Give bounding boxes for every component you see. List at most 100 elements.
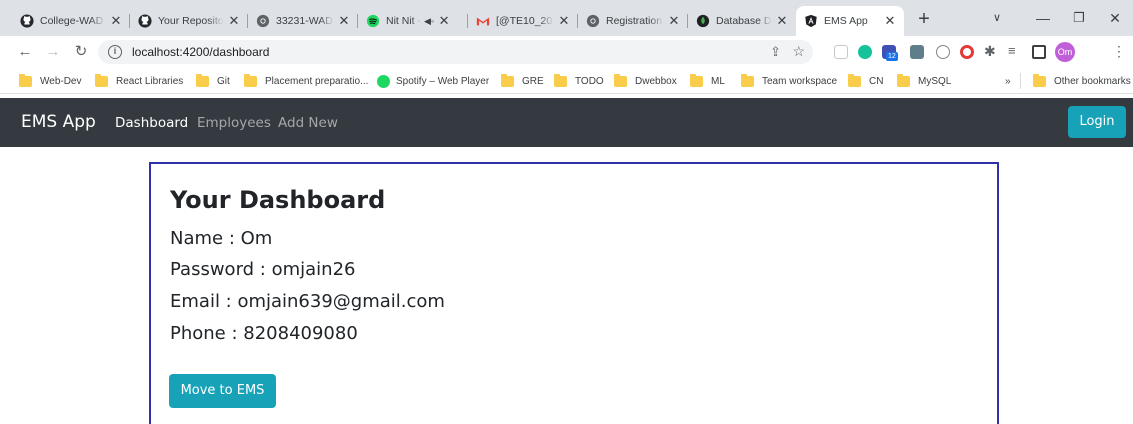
more-menu-icon[interactable]: ⋮ — [1112, 43, 1126, 60]
folder-icon — [95, 73, 108, 87]
browser-tab[interactable]: [@TE10_201 ✕ — [468, 6, 578, 36]
tab-title: EMS App — [824, 15, 868, 27]
tab-title: College-WAD — [40, 15, 104, 27]
profile-avatar[interactable]: Om — [1055, 42, 1075, 62]
address-bar[interactable]: i localhost:4200/dashboard ⇪ ☆ — [98, 40, 813, 64]
url-text[interactable]: localhost:4200/dashboard — [132, 45, 269, 59]
side-panel-icon[interactable] — [1032, 45, 1046, 59]
folder-icon — [1033, 73, 1046, 87]
tab-title: 33231-WAD — [276, 15, 333, 27]
bookmark-folder[interactable]: ML — [690, 73, 725, 89]
reading-list-icon[interactable]: ≡ — [1008, 44, 1022, 58]
opera-icon[interactable] — [960, 45, 974, 59]
bookmark-folder[interactable]: Dwebbox — [614, 73, 677, 89]
browser-tab[interactable]: Database De ✕ — [688, 6, 796, 36]
folder-icon — [848, 73, 861, 87]
close-tab-icon[interactable]: ✕ — [228, 13, 240, 29]
speaker-mute-icon[interactable]: ◀◦ — [424, 16, 434, 27]
close-tab-icon[interactable]: ✕ — [338, 13, 350, 29]
browser-tab[interactable]: Your Repositories ✕ — [130, 6, 248, 36]
browser-tab[interactable]: Nit Nit - ◀◦ ✕ — [358, 6, 468, 36]
extension-grid-icon[interactable] — [910, 45, 924, 59]
nav-link-add-new[interactable]: Add New — [278, 115, 338, 131]
folder-icon — [196, 73, 209, 87]
folder-icon — [741, 73, 754, 87]
bookmarks-overflow-button[interactable]: » — [1005, 73, 1011, 89]
tab-title: Your Repositories — [158, 15, 224, 27]
browser-toolbar: ← → ↻ i localhost:4200/dashboard ⇪ ☆ 12 … — [0, 36, 1133, 68]
tab-title: Nit Nit - — [386, 15, 421, 27]
browser-tab-active[interactable]: EMS App ✕ — [796, 6, 904, 36]
bookmark-folder[interactable]: TODO — [554, 73, 604, 89]
bookmarks-bar: Web-Dev React Libraries Git Placement pr… — [0, 68, 1133, 94]
tab-search-chevron-icon[interactable]: ∨ — [982, 6, 1012, 30]
github-icon — [138, 14, 152, 28]
folder-icon — [554, 73, 567, 87]
bookmark-folder[interactable]: GRE — [501, 73, 544, 89]
folder-icon — [244, 73, 257, 87]
mongodb-icon — [696, 14, 710, 28]
spotify-icon — [377, 74, 390, 88]
close-tab-icon[interactable]: ✕ — [438, 13, 450, 29]
user-name-text: Name : Om — [170, 228, 273, 249]
browser-tab[interactable]: 33231-WAD ✕ — [248, 6, 358, 36]
folder-icon — [19, 73, 32, 87]
user-password-text: Password : omjain26 — [170, 259, 356, 280]
user-email-text: Email : omjain639@gmail.com — [170, 291, 445, 312]
dashboard-card: Your Dashboard Name : Om Password : omja… — [149, 162, 999, 424]
angular-icon — [804, 14, 818, 28]
github-icon — [20, 14, 34, 28]
gmail-icon — [476, 14, 490, 28]
close-tab-icon[interactable]: ✕ — [558, 13, 570, 29]
bookmark-link[interactable]: Spotify – Web Player — [377, 73, 489, 89]
nav-link-dashboard[interactable]: Dashboard — [115, 115, 188, 131]
close-tab-icon[interactable]: ✕ — [110, 13, 122, 29]
window-close-icon[interactable]: ✕ — [1100, 6, 1130, 30]
bookmark-folder[interactable]: React Libraries — [95, 73, 183, 89]
close-tab-icon[interactable]: ✕ — [668, 13, 680, 29]
navbar-brand[interactable]: EMS App — [21, 112, 96, 132]
tab-title: Registration — [606, 15, 663, 27]
bookmark-folder[interactable]: Team workspace — [741, 73, 837, 89]
extension-blank-icon[interactable] — [834, 45, 848, 59]
forward-arrow-icon[interactable]: → — [42, 41, 64, 63]
user-phone-text: Phone : 8208409080 — [170, 323, 358, 344]
spotify-icon — [366, 14, 380, 28]
browser-tab[interactable]: Registration ✕ — [578, 6, 688, 36]
bookmark-folder[interactable]: Web-Dev — [19, 73, 82, 89]
bookmark-folder[interactable]: MySQL — [897, 73, 951, 89]
restore-icon[interactable]: ❐ — [1064, 6, 1094, 30]
dashboard-title: Your Dashboard — [170, 186, 386, 214]
browser-tab[interactable]: College-WAD ✕ — [12, 6, 130, 36]
new-tab-button[interactable]: + — [912, 8, 936, 32]
extensions-puzzle-icon[interactable]: ✱ — [984, 44, 998, 58]
bookmark-folder[interactable]: Placement preparatio... — [244, 73, 368, 89]
reload-icon[interactable]: ↻ — [70, 41, 92, 63]
share-icon[interactable]: ⇪ — [770, 44, 781, 60]
move-to-ems-button[interactable]: Move to EMS — [169, 374, 276, 408]
bookmark-star-icon[interactable]: ☆ — [792, 43, 805, 60]
folder-icon — [690, 73, 703, 87]
extension-badge: 12 — [886, 52, 898, 61]
login-button[interactable]: Login — [1068, 106, 1126, 138]
other-bookmarks-folder[interactable]: Other bookmarks — [1020, 73, 1131, 89]
minimize-icon[interactable]: — — [1028, 6, 1058, 30]
chrome-icon — [586, 14, 600, 28]
folder-icon — [614, 73, 627, 87]
tab-title: Database De — [716, 15, 772, 27]
site-info-icon[interactable]: i — [108, 45, 122, 59]
bookmark-folder[interactable]: Git — [196, 73, 230, 89]
extension-cap-icon[interactable]: 12 — [882, 45, 898, 61]
close-tab-icon[interactable]: ✕ — [884, 13, 896, 29]
browser-tab-strip: College-WAD ✕ Your Repositories ✕ 33231-… — [0, 0, 1133, 36]
close-tab-icon[interactable]: ✕ — [776, 13, 788, 29]
extension-link-icon[interactable] — [936, 45, 950, 59]
chrome-icon — [256, 14, 270, 28]
folder-icon — [501, 73, 514, 87]
bookmark-folder[interactable]: CN — [848, 73, 883, 89]
nav-link-employees[interactable]: Employees — [197, 115, 271, 131]
folder-icon — [897, 73, 910, 87]
tab-title: [@TE10_201 — [496, 15, 554, 27]
back-arrow-icon[interactable]: ← — [14, 41, 36, 63]
grammarly-icon[interactable] — [858, 45, 872, 59]
